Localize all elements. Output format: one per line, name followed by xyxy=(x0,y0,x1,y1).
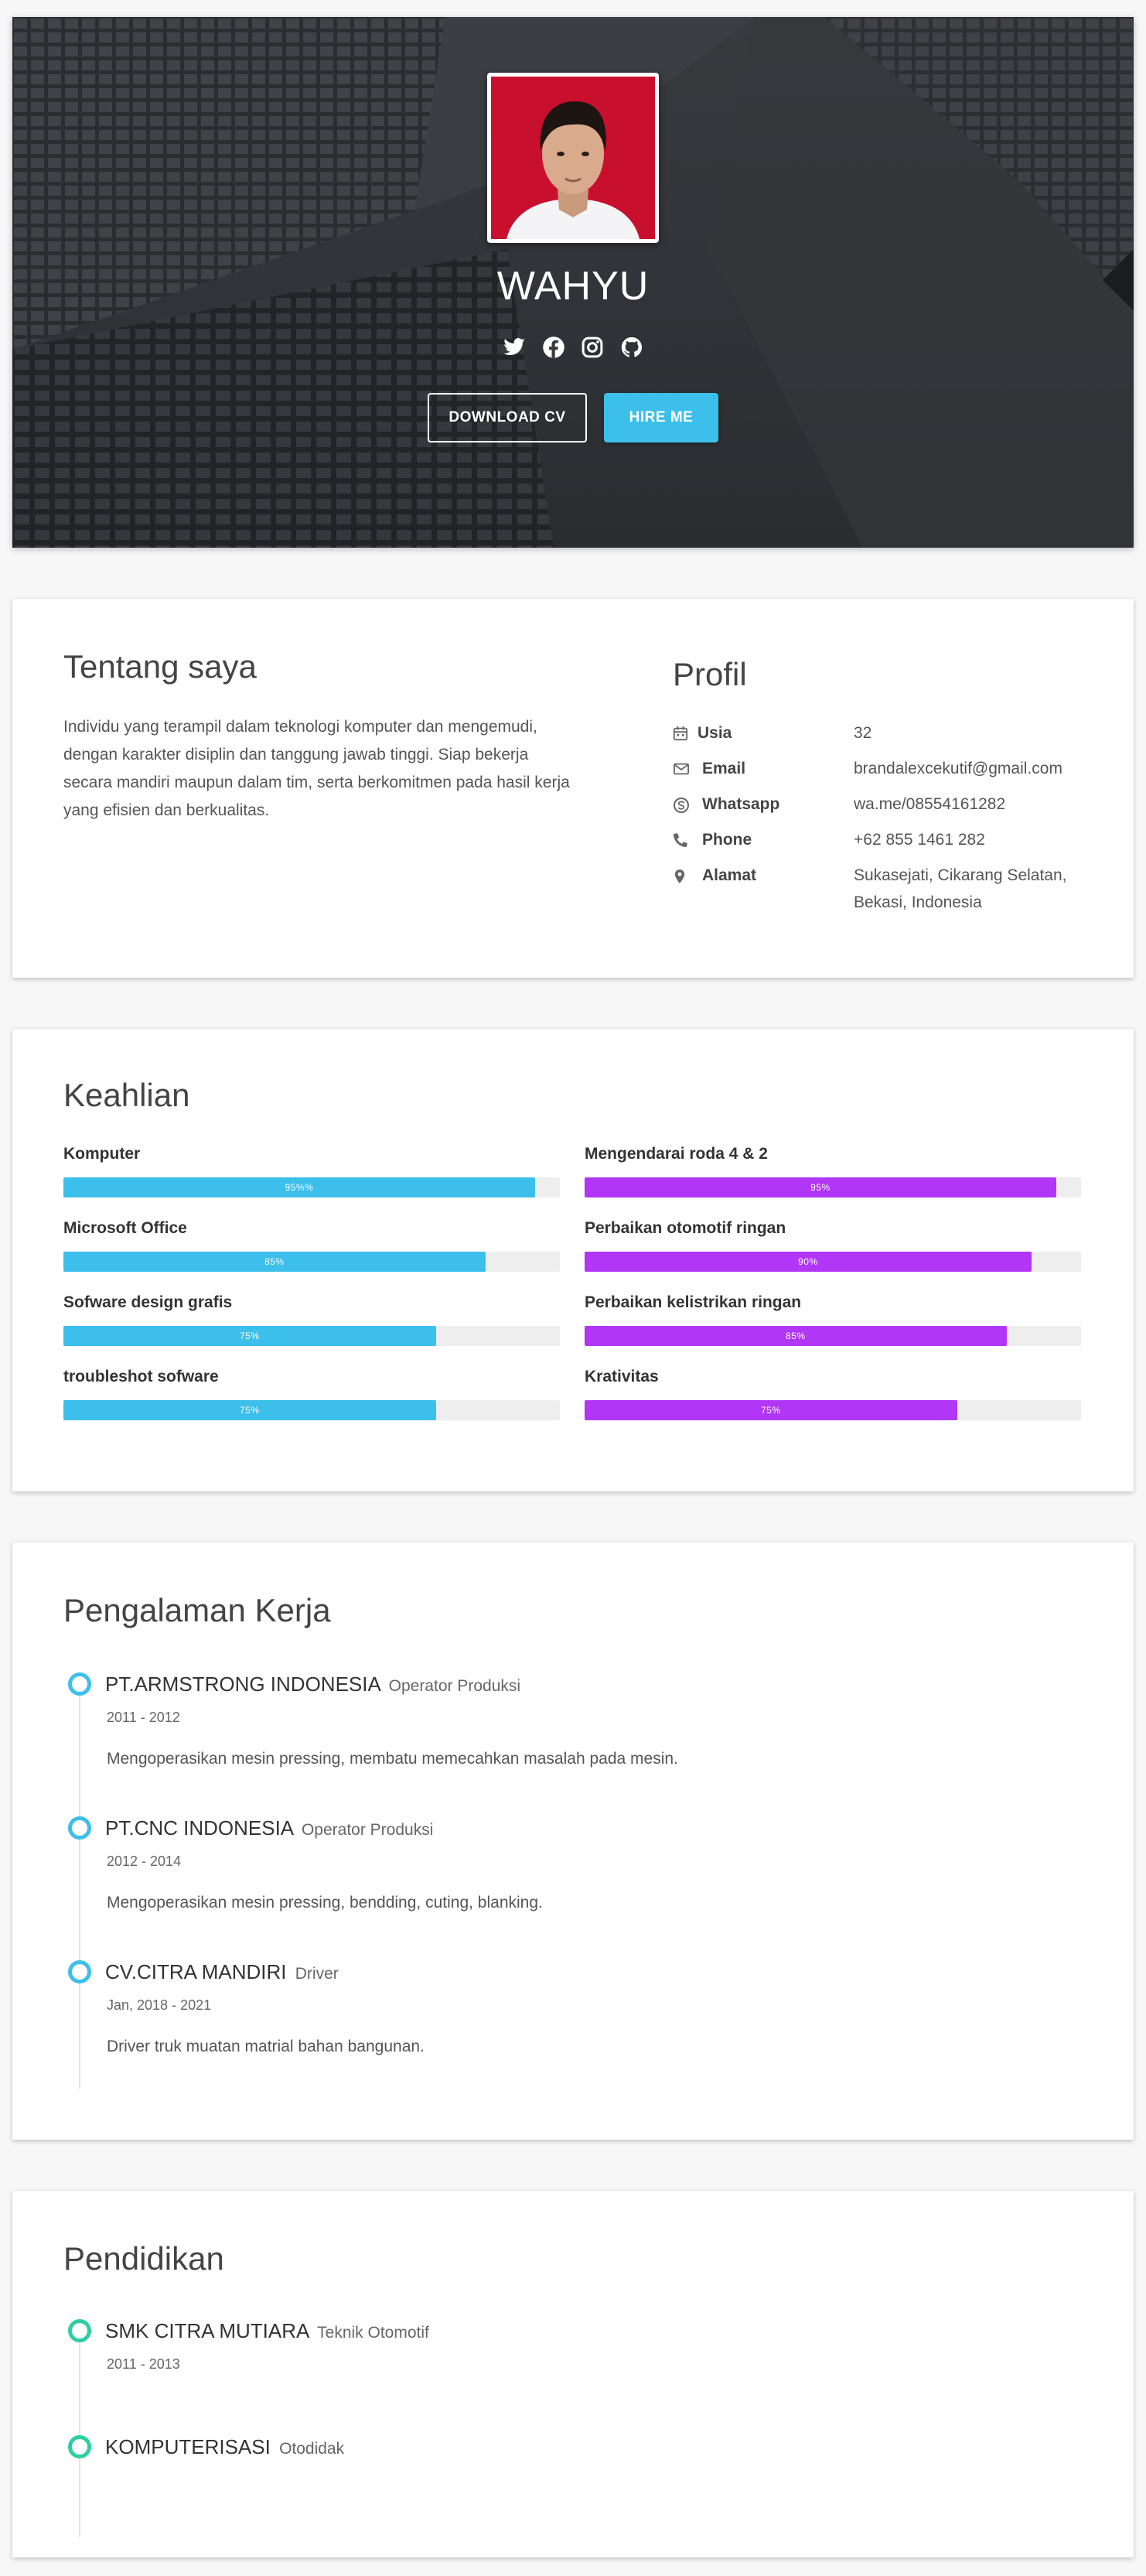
skill-name: Perbaikan kelistrikan ringan xyxy=(585,1293,802,1311)
calendar-icon xyxy=(673,726,690,743)
profile-photo xyxy=(487,73,659,243)
instagram-icon[interactable] xyxy=(581,336,604,359)
facebook-icon[interactable] xyxy=(542,336,565,359)
skill-progress-track: 75% xyxy=(63,1400,560,1420)
job-date: 2012 - 2014 xyxy=(107,1853,182,1869)
skill-item: Sofware design grafis 75% xyxy=(63,1293,560,1346)
profil-label: Phone xyxy=(702,831,752,849)
skill-item: Perbaikan kelistrikan ringan 85% xyxy=(585,1293,1081,1346)
skill-item: troubleshot sofware 75% xyxy=(63,1368,560,1420)
job-title: PT.CNC INDONESIA Operator Produksi xyxy=(105,1816,433,1840)
about-card: Tentang saya Individu yang terampil dala… xyxy=(12,599,1134,978)
skill-item: Perbaikan otomotif ringan 90% xyxy=(585,1219,1081,1272)
skill-progress-track: 85% xyxy=(585,1326,1081,1346)
skill-progress-bar: 90% xyxy=(585,1252,1032,1272)
profil-label: Alamat xyxy=(702,866,757,884)
skill-item: Mengendarai roda 4 & 2 95% xyxy=(585,1145,1081,1197)
skill-item: Komputer 95%% xyxy=(63,1145,560,1197)
experience-title: Pengalaman Kerja xyxy=(63,1592,331,1628)
job-title: PT.ARMSTRONG INDONESIA Operator Produksi xyxy=(105,1672,520,1696)
school-name: SMK CITRA MUTIARA xyxy=(105,2319,309,2342)
envelope-icon xyxy=(673,761,690,778)
company-name: PT.CNC INDONESIA xyxy=(105,1816,293,1840)
education-title: Pendidikan xyxy=(63,2240,224,2277)
skill-name: Microsoft Office xyxy=(63,1219,187,1237)
timeline-line xyxy=(79,2328,80,2537)
skill-progress-bar: 95%% xyxy=(63,1177,535,1197)
skill-progress-bar: 75% xyxy=(585,1400,957,1420)
skill-name: Krativitas xyxy=(585,1368,659,1385)
skill-name: troubleshot sofware xyxy=(63,1368,219,1385)
company-name: PT.ARMSTRONG INDONESIA xyxy=(105,1672,380,1696)
skill-progress-track: 75% xyxy=(63,1326,560,1346)
skills-card: Keahlian Komputer 95%% Microsoft Office 85%… xyxy=(12,1029,1134,1491)
job-description: Mengoperasikan mesin pressing, membatu m… xyxy=(107,1750,678,1768)
skill-progress-track: 90% xyxy=(585,1252,1081,1272)
job-date: 2011 - 2012 xyxy=(107,1710,180,1725)
skill-name: Komputer xyxy=(63,1145,141,1163)
education-card: Pendidikan SMK CITRA MUTIARA Teknik Otom… xyxy=(12,2191,1134,2557)
profil-title: Profil xyxy=(673,656,747,692)
phone-icon xyxy=(673,832,690,849)
skill-progress-bar: 85% xyxy=(585,1326,1007,1346)
timeline-dot xyxy=(68,1672,91,1696)
skill-progress-bar: 85% xyxy=(63,1252,486,1272)
hire-me-button[interactable]: HIRE ME xyxy=(604,393,718,442)
job-title: CV.CITRA MANDIRI Driver xyxy=(105,1960,339,1984)
skype-icon xyxy=(673,797,690,814)
skill-name: Sofware design grafis xyxy=(63,1293,233,1311)
timeline-dot xyxy=(68,2319,91,2342)
job-role: Operator Produksi xyxy=(388,1677,521,1695)
job-description: Mengoperasikan mesin pressing, bendding,… xyxy=(107,1894,543,1912)
hero-header: WAHYU DOWNLOAD CV HIRE ME xyxy=(12,17,1134,548)
timeline-line xyxy=(79,1682,80,2089)
skill-progress-track: 95% xyxy=(585,1177,1081,1197)
github-icon[interactable] xyxy=(620,336,643,359)
profil-value: brandalexcekutif@gmail.com xyxy=(854,760,1062,777)
skill-progress-track: 75% xyxy=(585,1400,1081,1420)
skill-item: Krativitas 75% xyxy=(585,1368,1081,1420)
profil-label: Email xyxy=(702,760,746,777)
job-role: Operator Produksi xyxy=(301,1821,434,1839)
skill-progress-bar: 95% xyxy=(585,1177,1056,1197)
profil-label: Whatsapp xyxy=(702,795,780,813)
map-marker-icon xyxy=(673,868,690,885)
school-major: Teknik Otomotif xyxy=(317,2324,429,2342)
timeline-dot xyxy=(68,1816,91,1840)
profile-name: WAHYU xyxy=(496,264,650,309)
profil-value: Sukasejati, Cikarang Selatan, Bekasi, In… xyxy=(854,866,1067,911)
school-major: Otodidak xyxy=(279,2440,345,2458)
twitter-icon[interactable] xyxy=(503,336,526,359)
experience-card: Pengalaman Kerja PT.ARMSTRONG INDONESIA … xyxy=(12,1543,1134,2140)
skill-name: Perbaikan otomotif ringan xyxy=(585,1219,786,1237)
education-date: 2011 - 2013 xyxy=(107,2356,180,2372)
skill-item: Microsoft Office 85% xyxy=(63,1219,560,1272)
skill-progress-track: 95%% xyxy=(63,1177,560,1197)
profil-value: wa.me/08554161282 xyxy=(854,795,1006,813)
education-heading: KOMPUTERISASI Otodidak xyxy=(105,2435,344,2459)
education-heading: SMK CITRA MUTIARA Teknik Otomotif xyxy=(105,2319,429,2343)
school-name: KOMPUTERISASI xyxy=(105,2435,271,2458)
skill-name: Mengendarai roda 4 & 2 xyxy=(585,1145,768,1163)
profil-value: 32 xyxy=(854,724,872,742)
about-text: Individu yang terampil dalam teknologi k… xyxy=(63,718,570,819)
social-links xyxy=(12,336,1134,359)
skills-title: Keahlian xyxy=(63,1077,190,1113)
download-cv-button[interactable]: DOWNLOAD CV xyxy=(428,393,587,442)
company-name: CV.CITRA MANDIRI xyxy=(105,1960,287,1983)
timeline-dot xyxy=(68,1960,91,1983)
skill-progress-bar: 75% xyxy=(63,1400,436,1420)
profil-value: +62 855 1461 282 xyxy=(854,831,985,849)
profil-label: Usia xyxy=(697,724,732,742)
job-role: Driver xyxy=(295,1965,339,1983)
about-title: Tentang saya xyxy=(63,648,257,685)
job-description: Driver truk muatan matrial bahan banguna… xyxy=(107,2038,425,2055)
job-date: Jan, 2018 - 2021 xyxy=(107,1997,212,2013)
skill-progress-bar: 75% xyxy=(63,1326,436,1346)
timeline-dot xyxy=(68,2435,91,2458)
skill-progress-track: 85% xyxy=(63,1252,560,1272)
